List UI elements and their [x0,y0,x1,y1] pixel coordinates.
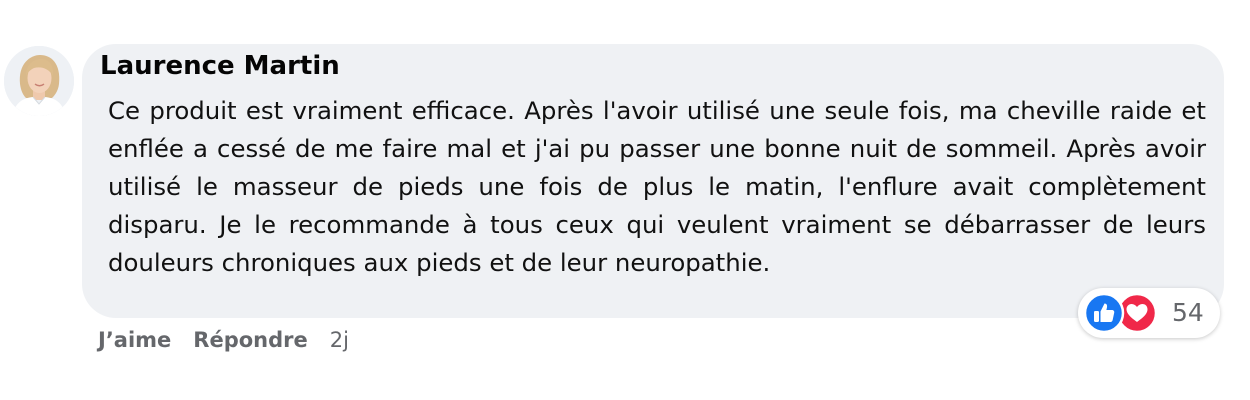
author-avatar[interactable] [4,46,74,116]
reaction-summary[interactable]: 54 [1078,288,1220,338]
like-button[interactable]: J’aime [98,328,171,352]
comment-actions: J’aime Répondre 2j [98,324,349,356]
reply-button[interactable]: Répondre [193,328,307,352]
comment-text: Ce produit est vraiment efficace. Après … [108,96,1206,277]
comment-author-name[interactable]: Laurence Martin [100,51,340,81]
reaction-count: 54 [1172,298,1204,327]
like-icon [1083,292,1125,334]
comment-timestamp[interactable]: 2j [330,328,349,352]
